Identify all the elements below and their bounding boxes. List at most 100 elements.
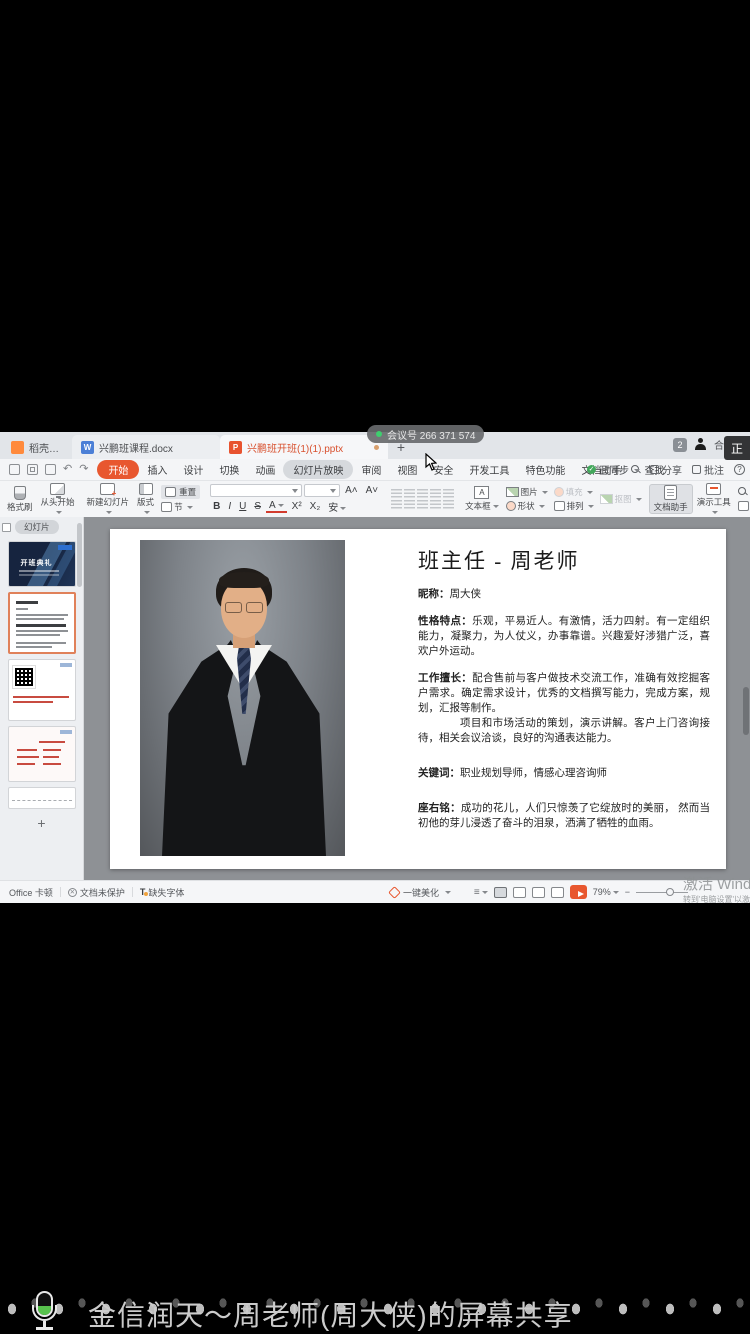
ribbon-tab-features[interactable]: 特色功能 <box>517 461 573 478</box>
ribbon-tab-devtools[interactable]: 开发工具 <box>461 461 517 478</box>
replace-icon <box>737 501 749 511</box>
meeting-badge[interactable]: 会议号 266 371 574 <box>367 425 485 443</box>
font-color-button[interactable]: A <box>266 500 287 513</box>
font-size-select[interactable] <box>304 484 341 497</box>
current-slide[interactable]: 班主任 - 周老师 昵称：周大侠 性格特点：乐观，平易近人。有激情，活力四射。有… <box>110 529 726 869</box>
slide-sorter-view-button[interactable] <box>512 886 526 898</box>
text-effect-button[interactable]: 安 <box>325 499 349 514</box>
thumb-logo <box>57 545 72 550</box>
ribbon-tab-review[interactable]: 审阅 <box>353 461 389 478</box>
comment-icon <box>692 465 701 474</box>
comment-button[interactable]: 批注 <box>692 462 724 477</box>
screen-share-bar: 金信润天～周老师(周大侠)的屏幕共享 <box>0 1288 750 1334</box>
sync-check-icon: ✓ <box>587 465 596 474</box>
layout-button[interactable]: 版式 <box>133 483 158 515</box>
one-click-beautify-button[interactable]: 一键美化 <box>388 885 451 899</box>
subscript-button[interactable]: X₂ <box>307 501 324 512</box>
ribbon-tab-design[interactable]: 设计 <box>175 461 211 478</box>
ribbon-tab-transition[interactable]: 切换 <box>211 461 247 478</box>
ribbon-tab-animation[interactable]: 动画 <box>247 461 283 478</box>
tab-pptx-active[interactable]: P 兴鹏班开班(1)(1).pptx <box>220 435 388 459</box>
bold-button[interactable]: B <box>210 501 223 512</box>
reading-view-button[interactable] <box>531 886 545 898</box>
redo-icon[interactable]: ↷ <box>79 464 88 475</box>
ribbon-tab-view[interactable]: 视图 <box>389 461 425 478</box>
zoom-slider-knob[interactable] <box>666 887 674 896</box>
share-button[interactable]: 分享 <box>650 462 682 477</box>
panel-scrollbar[interactable] <box>77 523 82 587</box>
shape-button[interactable]: 形状 <box>505 500 548 512</box>
mouse-cursor <box>425 453 437 471</box>
account-icon[interactable] <box>695 438 706 451</box>
reset-button[interactable]: 重置 <box>161 485 201 499</box>
sync-status-button[interactable]: ✓ 已同步 <box>587 462 640 477</box>
text-box-button[interactable]: A 文本框 <box>461 483 503 515</box>
editing-canvas: 班主任 - 周老师 昵称：周大侠 性格特点：乐观，平易近人。有激情，活力四射。有… <box>84 517 750 880</box>
thumb-subtitle-lines <box>18 570 59 572</box>
microphone-icon[interactable] <box>30 1291 60 1331</box>
normal-view-button[interactable] <box>493 886 507 898</box>
beautify-icon <box>388 885 401 899</box>
underline-button[interactable]: U <box>236 501 249 512</box>
outline-tab-icon[interactable] <box>2 522 11 532</box>
share-icon <box>650 465 659 474</box>
collaborator-count-badge[interactable]: 2 <box>673 437 687 452</box>
docer-icon <box>11 440 24 454</box>
align-right-icon <box>417 500 429 509</box>
notes-page-view-button[interactable] <box>550 886 564 898</box>
zoom-level[interactable]: 79% <box>593 887 619 897</box>
tab-template-store[interactable]: 稻壳模板 <box>2 435 72 459</box>
presentation-tools-button[interactable]: 演示工具 <box>693 483 735 515</box>
doc-assistant-button[interactable]: 文档助手 <box>648 484 693 514</box>
slide-text-block[interactable]: 班主任 - 周老师 昵称：周大侠 性格特点：乐观，平易近人。有激情，活力四射。有… <box>418 545 710 831</box>
slide-thumbnail-5[interactable] <box>7 787 76 809</box>
ribbon-tab-insert[interactable]: 插入 <box>139 461 175 478</box>
save-icon[interactable] <box>9 464 20 475</box>
italic-button[interactable]: I <box>225 501 234 512</box>
slide-thumbnail-2-selected[interactable] <box>7 592 76 654</box>
slide-title: 班主任 - 周老师 <box>418 549 580 573</box>
ribbon-tab-home[interactable]: 开始 <box>97 460 140 479</box>
print-preview-icon[interactable] <box>45 464 56 475</box>
collab-label[interactable]: 合 <box>714 437 724 452</box>
font-family-select[interactable] <box>210 484 303 497</box>
play-from-start-button[interactable]: 从头开始 <box>37 483 79 515</box>
notes-toggle[interactable]: ≡ <box>474 887 488 898</box>
find-button[interactable]: 查找 <box>737 486 750 498</box>
picture-button[interactable]: 图片 <box>505 486 548 498</box>
arrange-button[interactable]: 排列 <box>553 500 594 512</box>
zoom-out-button[interactable]: − <box>625 887 630 897</box>
canvas-scrollbar-thumb[interactable] <box>743 687 749 735</box>
format-painter-button[interactable]: 格式刷 <box>3 483 37 515</box>
increase-font-button[interactable]: A˄ <box>342 485 361 496</box>
text-box-icon: A <box>474 486 490 499</box>
slides-tab[interactable]: 幻灯片 <box>15 520 59 534</box>
section-button[interactable]: 节 <box>161 501 200 513</box>
matting-button: 抠图 <box>599 493 642 505</box>
superscript-button[interactable]: X² <box>289 501 305 512</box>
slideshow-play-button[interactable] <box>569 885 587 899</box>
missing-font-icon: T <box>139 887 148 897</box>
print-icon[interactable] <box>27 464 38 475</box>
add-slide-button[interactable]: + <box>8 815 76 831</box>
ribbon-tab-slideshow[interactable]: 幻灯片放映 <box>283 460 354 479</box>
zoom-slider[interactable] <box>636 887 688 896</box>
canvas-scrollbar[interactable] <box>742 527 749 870</box>
new-slide-button[interactable]: 新建幻灯片 <box>83 483 134 515</box>
doc-protect-indicator[interactable]: ✕ 文档未保护 <box>61 886 132 899</box>
office-lag-indicator[interactable]: Office 卡顿 <box>2 886 60 899</box>
strikethrough-button[interactable]: S <box>251 501 264 512</box>
skills-row: 工作擅长：配合售前与客户做技术交流工作，准确有效挖掘客户需求。确定需求设计，优秀… <box>418 672 711 714</box>
decrease-font-button[interactable]: A˅ <box>363 485 382 496</box>
slide-thumbnail-1[interactable]: 开班典礼 <box>7 541 76 587</box>
tab-docx[interactable]: W 兴鹏班课程.docx <box>72 435 220 459</box>
slide-thumbnail-4[interactable] <box>7 726 76 782</box>
missing-font-indicator[interactable]: T 缺失字体 <box>133 886 192 899</box>
undo-icon[interactable]: ↶ <box>63 464 72 475</box>
nickname-row: 昵称：周大侠 <box>418 588 481 600</box>
work-area: 幻灯片 开班典礼 + 班主任 - 周老师 昵称：周大侠 性格特点：乐观，平易近人… <box>0 517 750 880</box>
help-button[interactable]: ? <box>734 464 745 475</box>
columns-icon <box>443 500 455 509</box>
replace-button[interactable]: 替换 <box>737 500 750 512</box>
slide-thumbnail-3[interactable] <box>7 659 76 721</box>
